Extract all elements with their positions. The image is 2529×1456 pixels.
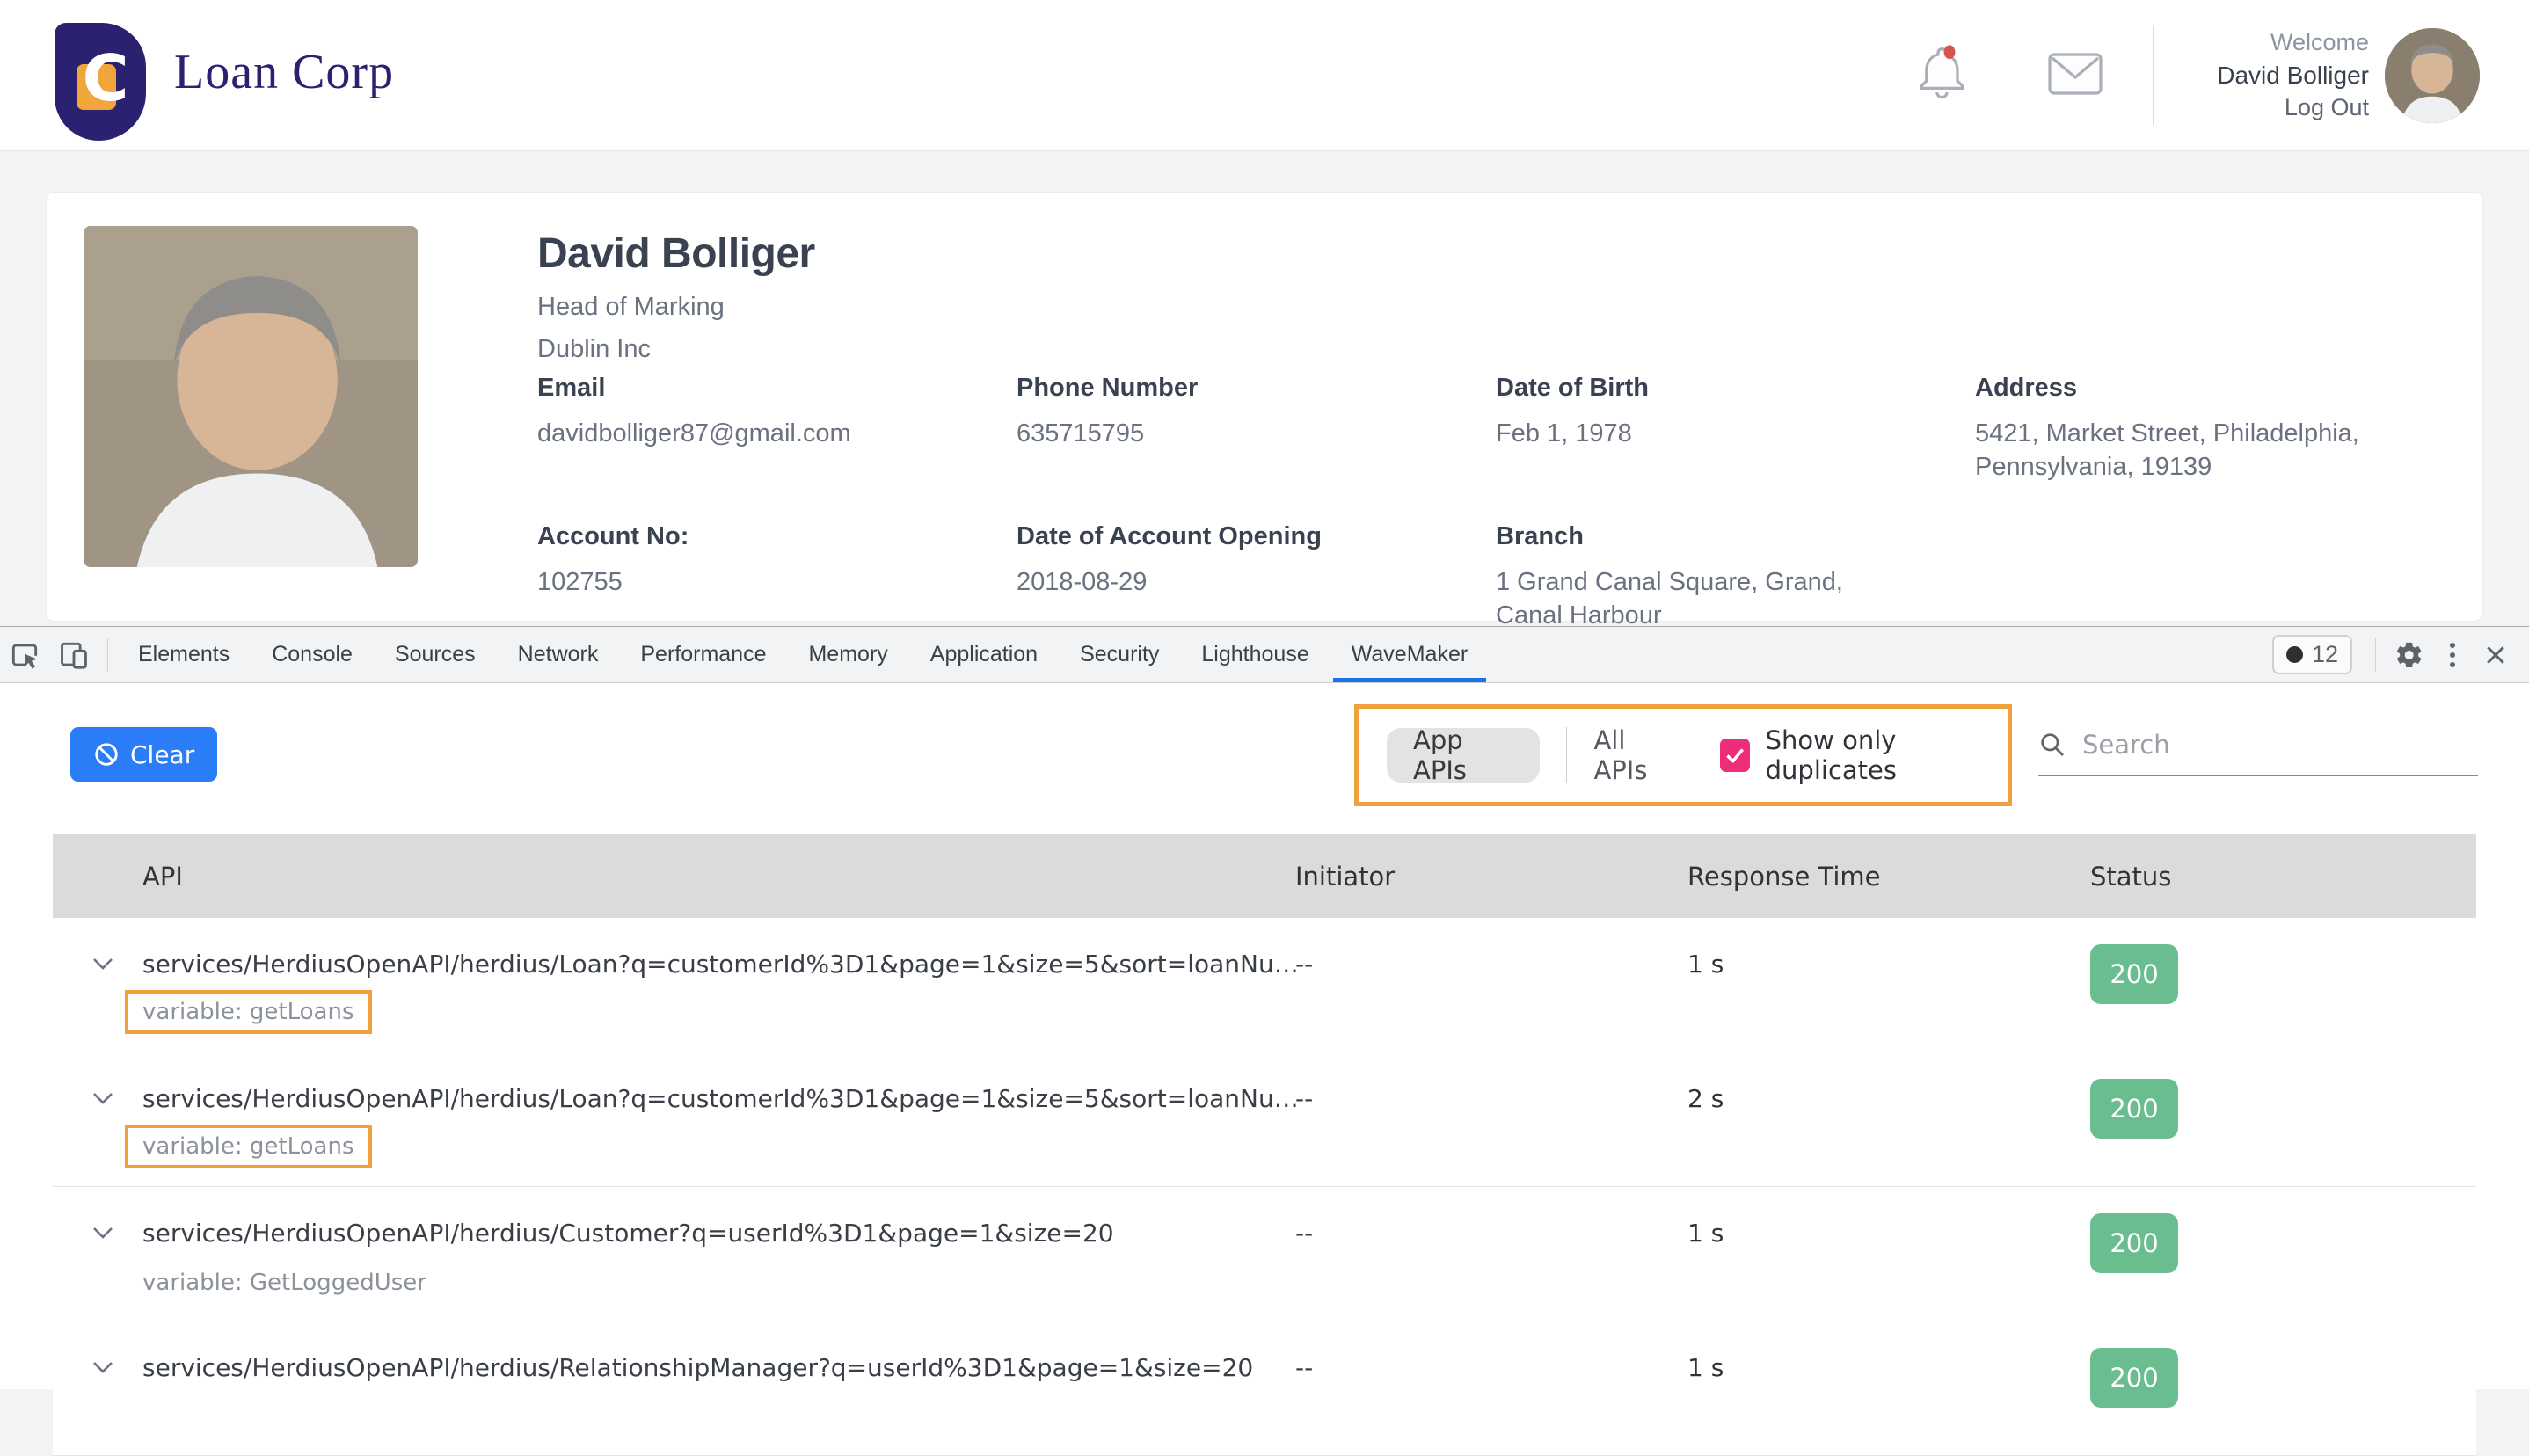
initiator-cell: -- xyxy=(1295,1321,1687,1455)
api-cell: services/HerdiusOpenAPI/herdius/Customer… xyxy=(53,1187,1295,1321)
user-avatar[interactable] xyxy=(2385,28,2480,123)
variable-label-annotated: variable: getLoans xyxy=(125,1125,372,1168)
devtools-tab-memory[interactable]: Memory xyxy=(787,627,908,682)
status-cell: 200 xyxy=(2090,1187,2476,1321)
logout-link[interactable]: Log Out xyxy=(2217,91,2369,124)
variable-label: variable: GetLoggedUser xyxy=(142,1270,426,1296)
devtools-tab-sources[interactable]: Sources xyxy=(374,627,497,682)
profile-fields: Email davidbolliger87@gmail.com Phone Nu… xyxy=(537,374,2454,632)
close-devtools-icon[interactable] xyxy=(2471,642,2520,668)
clear-block-icon xyxy=(93,741,120,768)
loancorp-logo-icon: C xyxy=(55,23,146,141)
toolbar-divider xyxy=(107,638,108,672)
devtools-panel: ElementsConsoleSourcesNetworkPerformance… xyxy=(0,626,2529,1389)
devtools-toolbar-right: 12 xyxy=(2272,627,2529,682)
initiator-cell: -- xyxy=(1295,1052,1687,1186)
field-address: Address 5421, Market Street, Philadelphi… xyxy=(1975,374,2454,484)
status-cell: 200 xyxy=(2090,1321,2476,1455)
api-url: services/HerdiusOpenAPI/herdius/Loan?q=c… xyxy=(142,950,1299,979)
issues-count: 12 xyxy=(2312,641,2338,668)
devtools-tab-security[interactable]: Security xyxy=(1059,627,1180,682)
profile-company: Dublin Inc xyxy=(537,335,651,364)
show-duplicates-label: Show only duplicates xyxy=(1766,725,2008,785)
api-table-row: services/HerdiusOpenAPI/herdius/Loan?q=c… xyxy=(53,918,2476,1052)
profile-photo xyxy=(84,226,418,567)
column-header-response-time: Response Time xyxy=(1687,862,2090,892)
inspect-element-icon[interactable] xyxy=(0,627,49,682)
device-toolbar-icon[interactable] xyxy=(49,627,98,682)
api-url: services/HerdiusOpenAPI/herdius/Customer… xyxy=(142,1219,1114,1248)
api-url: services/HerdiusOpenAPI/herdius/Relation… xyxy=(142,1353,1253,1382)
response-time-cell: 1 s xyxy=(1687,1187,2090,1321)
status-badge: 200 xyxy=(2090,1348,2178,1408)
response-time-cell: 1 s xyxy=(1687,1321,2090,1455)
settings-gear-icon[interactable] xyxy=(2385,640,2434,670)
devtools-tab-lighthouse[interactable]: Lighthouse xyxy=(1180,627,1330,682)
devtools-tab-network[interactable]: Network xyxy=(497,627,620,682)
profile-name: David Bolliger xyxy=(537,229,815,278)
checkmark-icon xyxy=(1724,744,1746,767)
expand-chevron-icon[interactable] xyxy=(91,1091,114,1109)
app-header: C Loan Corp Welcome David Bolliger Log O… xyxy=(0,0,2529,151)
initiator-cell: -- xyxy=(1295,918,1687,1052)
field-dob: Date of Birth Feb 1, 1978 xyxy=(1496,374,1975,484)
column-header-status: Status xyxy=(2090,862,2476,892)
field-email: Email davidbolliger87@gmail.com xyxy=(537,374,1017,484)
api-table-row: services/HerdiusOpenAPI/herdius/Customer… xyxy=(53,1187,2476,1321)
field-branch: Branch 1 Grand Canal Square, Grand, Cana… xyxy=(1496,522,1975,632)
clear-button[interactable]: Clear xyxy=(70,727,217,782)
status-cell: 200 xyxy=(2090,918,2476,1052)
expand-chevron-icon[interactable] xyxy=(91,957,114,974)
search-icon xyxy=(2038,731,2066,759)
api-table: API Initiator Response Time Status servi… xyxy=(53,834,2476,1456)
field-account-opening: Date of Account Opening 2018-08-29 xyxy=(1017,522,1496,632)
devtools-tab-console[interactable]: Console xyxy=(251,627,374,682)
search-field[interactable] xyxy=(2038,729,2478,776)
devtools-tab-wavemaker[interactable]: WaveMaker xyxy=(1330,627,1489,682)
profile-title: Head of Marking xyxy=(537,293,725,322)
devtools-tab-performance[interactable]: Performance xyxy=(619,627,787,682)
initiator-cell: -- xyxy=(1295,1187,1687,1321)
response-time-cell: 2 s xyxy=(1687,1052,2090,1186)
filter-controls-annotation-box: App APIs All APIs Show only duplicates xyxy=(1354,704,2012,806)
devtools-tab-application[interactable]: Application xyxy=(909,627,1059,682)
field-account-no: Account No: 102755 xyxy=(537,522,1017,632)
status-badge: 200 xyxy=(2090,1079,2178,1139)
api-table-body: services/HerdiusOpenAPI/herdius/Loan?q=c… xyxy=(53,918,2476,1456)
column-header-initiator: Initiator xyxy=(1295,862,1687,892)
tab-all-apis[interactable]: All APIs xyxy=(1593,725,1677,785)
field-phone: Phone Number 635715795 xyxy=(1017,374,1496,484)
issues-dot-icon xyxy=(2286,646,2303,663)
devtools-toolbar: ElementsConsoleSourcesNetworkPerformance… xyxy=(0,627,2529,683)
welcome-block: Welcome David Bolliger Log Out xyxy=(2217,26,2369,124)
notifications-bell-icon[interactable] xyxy=(1915,44,1966,106)
api-url: services/HerdiusOpenAPI/herdius/Loan?q=c… xyxy=(142,1084,1299,1113)
expand-chevron-icon[interactable] xyxy=(91,1360,114,1378)
header-divider xyxy=(2153,25,2154,125)
status-badge: 200 xyxy=(2090,944,2178,1004)
response-time-cell: 1 s xyxy=(1687,918,2090,1052)
welcome-text: Welcome xyxy=(2217,26,2369,59)
api-table-header: API Initiator Response Time Status xyxy=(53,834,2476,918)
expand-chevron-icon[interactable] xyxy=(91,1226,114,1243)
devtools-tab-elements[interactable]: Elements xyxy=(117,627,251,682)
status-cell: 200 xyxy=(2090,1052,2476,1186)
status-badge: 200 xyxy=(2090,1213,2178,1273)
devtools-tabs: ElementsConsoleSourcesNetworkPerformance… xyxy=(117,627,1489,682)
api-cell: services/HerdiusOpenAPI/herdius/Relation… xyxy=(53,1321,1295,1455)
api-cell: services/HerdiusOpenAPI/herdius/Loan?q=c… xyxy=(53,1052,1295,1186)
api-cell: services/HerdiusOpenAPI/herdius/Loan?q=c… xyxy=(53,918,1295,1052)
api-table-row: services/HerdiusOpenAPI/herdius/Loan?q=c… xyxy=(53,1052,2476,1187)
more-options-kebab-icon[interactable] xyxy=(2434,643,2471,667)
search-input[interactable] xyxy=(2081,729,2478,761)
customer-profile-card: David Bolliger Head of Marking Dublin In… xyxy=(46,192,2483,622)
brand-name: Loan Corp xyxy=(174,44,394,100)
issues-badge[interactable]: 12 xyxy=(2272,635,2352,674)
variable-label-annotated: variable: getLoans xyxy=(125,990,372,1034)
column-header-api: API xyxy=(53,862,1295,892)
tab-app-apis[interactable]: App APIs xyxy=(1387,728,1540,783)
messages-envelope-icon[interactable] xyxy=(2047,51,2103,97)
show-duplicates-checkbox[interactable] xyxy=(1720,739,1750,772)
header-user-name: David Bolliger xyxy=(2217,59,2369,91)
